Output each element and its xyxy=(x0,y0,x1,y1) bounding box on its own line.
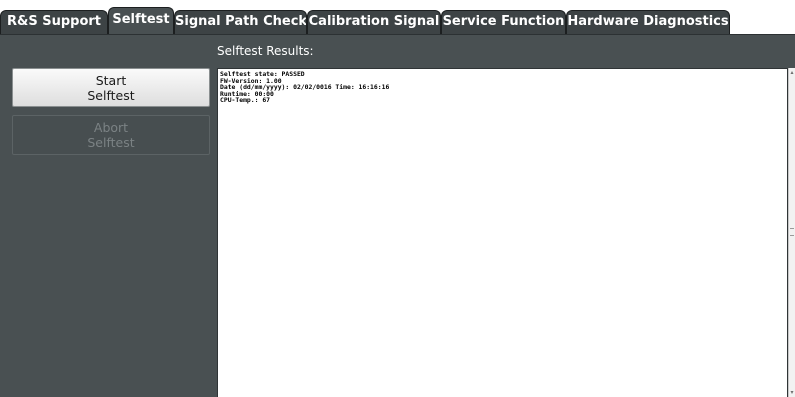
scroll-up-icon[interactable]: ▴ xyxy=(789,68,795,78)
selftest-window: R&S Support Selftest Signal Path Check C… xyxy=(0,0,795,397)
tab-calibration-signal[interactable]: Calibration Signal xyxy=(307,10,441,34)
abort-selftest-label-line1: Abort xyxy=(93,120,129,135)
tab-service-function[interactable]: Service Function xyxy=(441,10,566,34)
tab-bar: R&S Support Selftest Signal Path Check C… xyxy=(0,0,795,34)
scroll-down-icon[interactable]: ▾ xyxy=(789,388,795,397)
selftest-panel: Selftest Results: Start Selftest Abort S… xyxy=(0,34,795,397)
start-selftest-label-line2: Selftest xyxy=(87,87,135,103)
tab-signal-path-check[interactable]: Signal Path Check xyxy=(174,10,307,34)
selftest-results-area[interactable]: Selftest state: PASSED FW-Version: 1.00 Da… xyxy=(217,68,788,397)
selftest-results-text: Selftest state: PASSED FW-Version: 1.00 Da… xyxy=(220,71,389,104)
result-line-cpu-temp: CPU-Temp.: 67 xyxy=(220,96,271,105)
abort-selftest-label-line2: Selftest xyxy=(87,135,135,150)
results-scrollbar[interactable]: ▴ ▾ xyxy=(788,68,795,397)
tab-hardware-diagnostics[interactable]: Hardware Diagnostics xyxy=(566,10,730,34)
selftest-results-title: Selftest Results: xyxy=(217,44,314,58)
abort-selftest-button[interactable]: Abort Selftest xyxy=(12,115,210,155)
tab-rs-support[interactable]: R&S Support xyxy=(0,10,108,34)
start-selftest-button[interactable]: Start Selftest xyxy=(12,68,210,107)
tab-selftest[interactable]: Selftest xyxy=(108,7,174,34)
scroll-thumb[interactable] xyxy=(790,228,794,236)
start-selftest-label-line1: Start xyxy=(95,72,127,88)
